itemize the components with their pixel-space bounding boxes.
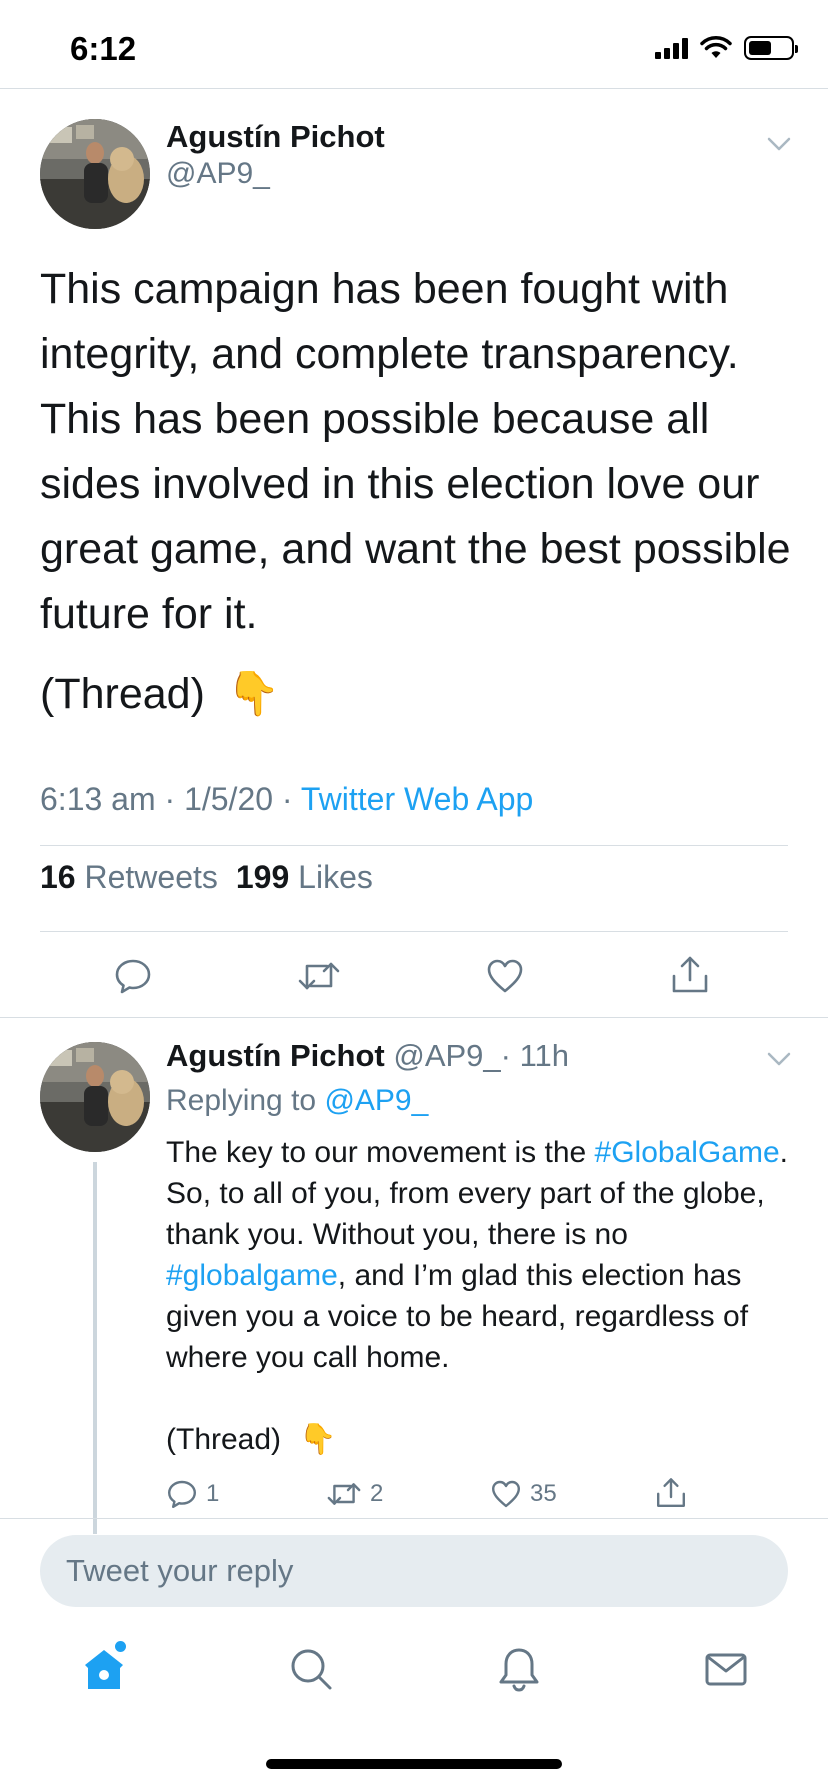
- retweet-icon: [298, 962, 340, 990]
- retweets-count: 16: [40, 859, 76, 895]
- home-icon: [85, 1650, 123, 1689]
- status-icons: [655, 36, 798, 60]
- like-icon: [492, 1480, 520, 1508]
- share-button[interactable]: [670, 954, 710, 996]
- author-name[interactable]: Agustín Pichot: [166, 119, 385, 155]
- reply-author-handle[interactable]: @AP9_: [393, 1038, 500, 1073]
- like-icon: [487, 959, 523, 993]
- reply-button[interactable]: [113, 956, 153, 996]
- tab-messages[interactable]: [702, 1645, 750, 1693]
- cellular-signal-icon: [655, 37, 688, 59]
- reply-thread-label: (Thread) 👇: [166, 1422, 336, 1457]
- reply-icon: [115, 959, 151, 994]
- divider: [40, 845, 788, 846]
- reply-author-name[interactable]: Agustín Pichot: [166, 1038, 385, 1073]
- reply-text: The key to our movement is the #GlobalGa…: [166, 1132, 796, 1378]
- replying-handle-link[interactable]: @AP9_: [324, 1084, 428, 1117]
- share-icon: [657, 1478, 685, 1507]
- reply-icon: [168, 1480, 196, 1508]
- likes-label: Likes: [298, 859, 373, 895]
- like-button[interactable]: [485, 956, 525, 996]
- divider: [40, 931, 788, 932]
- battery-icon: [744, 36, 798, 60]
- header-divider: [0, 88, 828, 89]
- thread-text: (Thread): [40, 669, 205, 718]
- retweet-count: 2: [370, 1480, 384, 1507]
- replying-to: Replying to @AP9_: [166, 1084, 428, 1118]
- chevron-down-icon[interactable]: [764, 129, 794, 159]
- chevron-down-icon[interactable]: [764, 1044, 794, 1074]
- tweet-source-link[interactable]: Twitter Web App: [301, 781, 533, 817]
- pointing-down-emoji: 👇: [299, 1422, 337, 1457]
- messages-icon: [705, 1653, 747, 1686]
- compose-divider: [0, 1518, 828, 1519]
- share-button[interactable]: [655, 1476, 687, 1510]
- retweet-button[interactable]: [297, 956, 341, 996]
- likes-count: 199: [235, 859, 290, 895]
- thread-connector-line: [93, 1162, 97, 1534]
- avatar[interactable]: [40, 1042, 150, 1152]
- tab-notifications[interactable]: [495, 1645, 543, 1693]
- reply-composer[interactable]: [40, 1535, 788, 1607]
- tweet-text: This campaign has been fought with integ…: [40, 265, 791, 638]
- retweet-icon: [327, 1483, 361, 1505]
- thread-label: (Thread) 👇: [40, 669, 280, 719]
- avatar[interactable]: [40, 119, 150, 229]
- hashtag-link[interactable]: #globalgame: [166, 1259, 338, 1292]
- hashtag-link[interactable]: #GlobalGame: [595, 1136, 780, 1169]
- author-handle[interactable]: @AP9_: [166, 157, 270, 191]
- tweet-meta: 6:13 am · 1/5/20 · Twitter Web App: [40, 781, 533, 818]
- tweet-stats: 16 Retweets 199 Likes: [40, 859, 373, 896]
- like-count: 35: [530, 1480, 557, 1507]
- replying-prefix: Replying to: [166, 1084, 325, 1117]
- reply-count: 1: [206, 1480, 220, 1507]
- status-time: 6:12: [70, 30, 137, 67]
- reply-header: Agustín Pichot @AP9_· 11h: [166, 1038, 569, 1074]
- wifi-icon: [700, 36, 732, 58]
- home-indicator[interactable]: [266, 1759, 562, 1769]
- thread-text: (Thread): [166, 1422, 282, 1456]
- pointing-down-emoji: 👇: [226, 669, 281, 719]
- section-divider: [0, 1017, 828, 1018]
- tab-search[interactable]: [287, 1645, 335, 1693]
- like-button[interactable]: 35: [490, 1478, 557, 1510]
- share-icon: [672, 956, 708, 993]
- tab-home[interactable]: [80, 1645, 128, 1693]
- status-bar: 6:12: [0, 0, 828, 88]
- likes-stat[interactable]: 199 Likes: [236, 859, 373, 896]
- search-icon: [291, 1649, 332, 1690]
- tweet-reply-input[interactable]: [40, 1535, 788, 1607]
- retweet-button[interactable]: 2: [326, 1478, 383, 1510]
- reply-text-part: The key to our movement is the: [166, 1136, 595, 1169]
- reply-time: · 11h: [500, 1038, 570, 1073]
- notifications-icon: [499, 1648, 539, 1692]
- retweets-label: Retweets: [84, 859, 218, 895]
- tweet-timestamp: 6:13 am · 1/5/20 ·: [40, 781, 301, 817]
- reply-button[interactable]: 1: [166, 1478, 219, 1510]
- retweets-stat[interactable]: 16 Retweets: [40, 859, 218, 896]
